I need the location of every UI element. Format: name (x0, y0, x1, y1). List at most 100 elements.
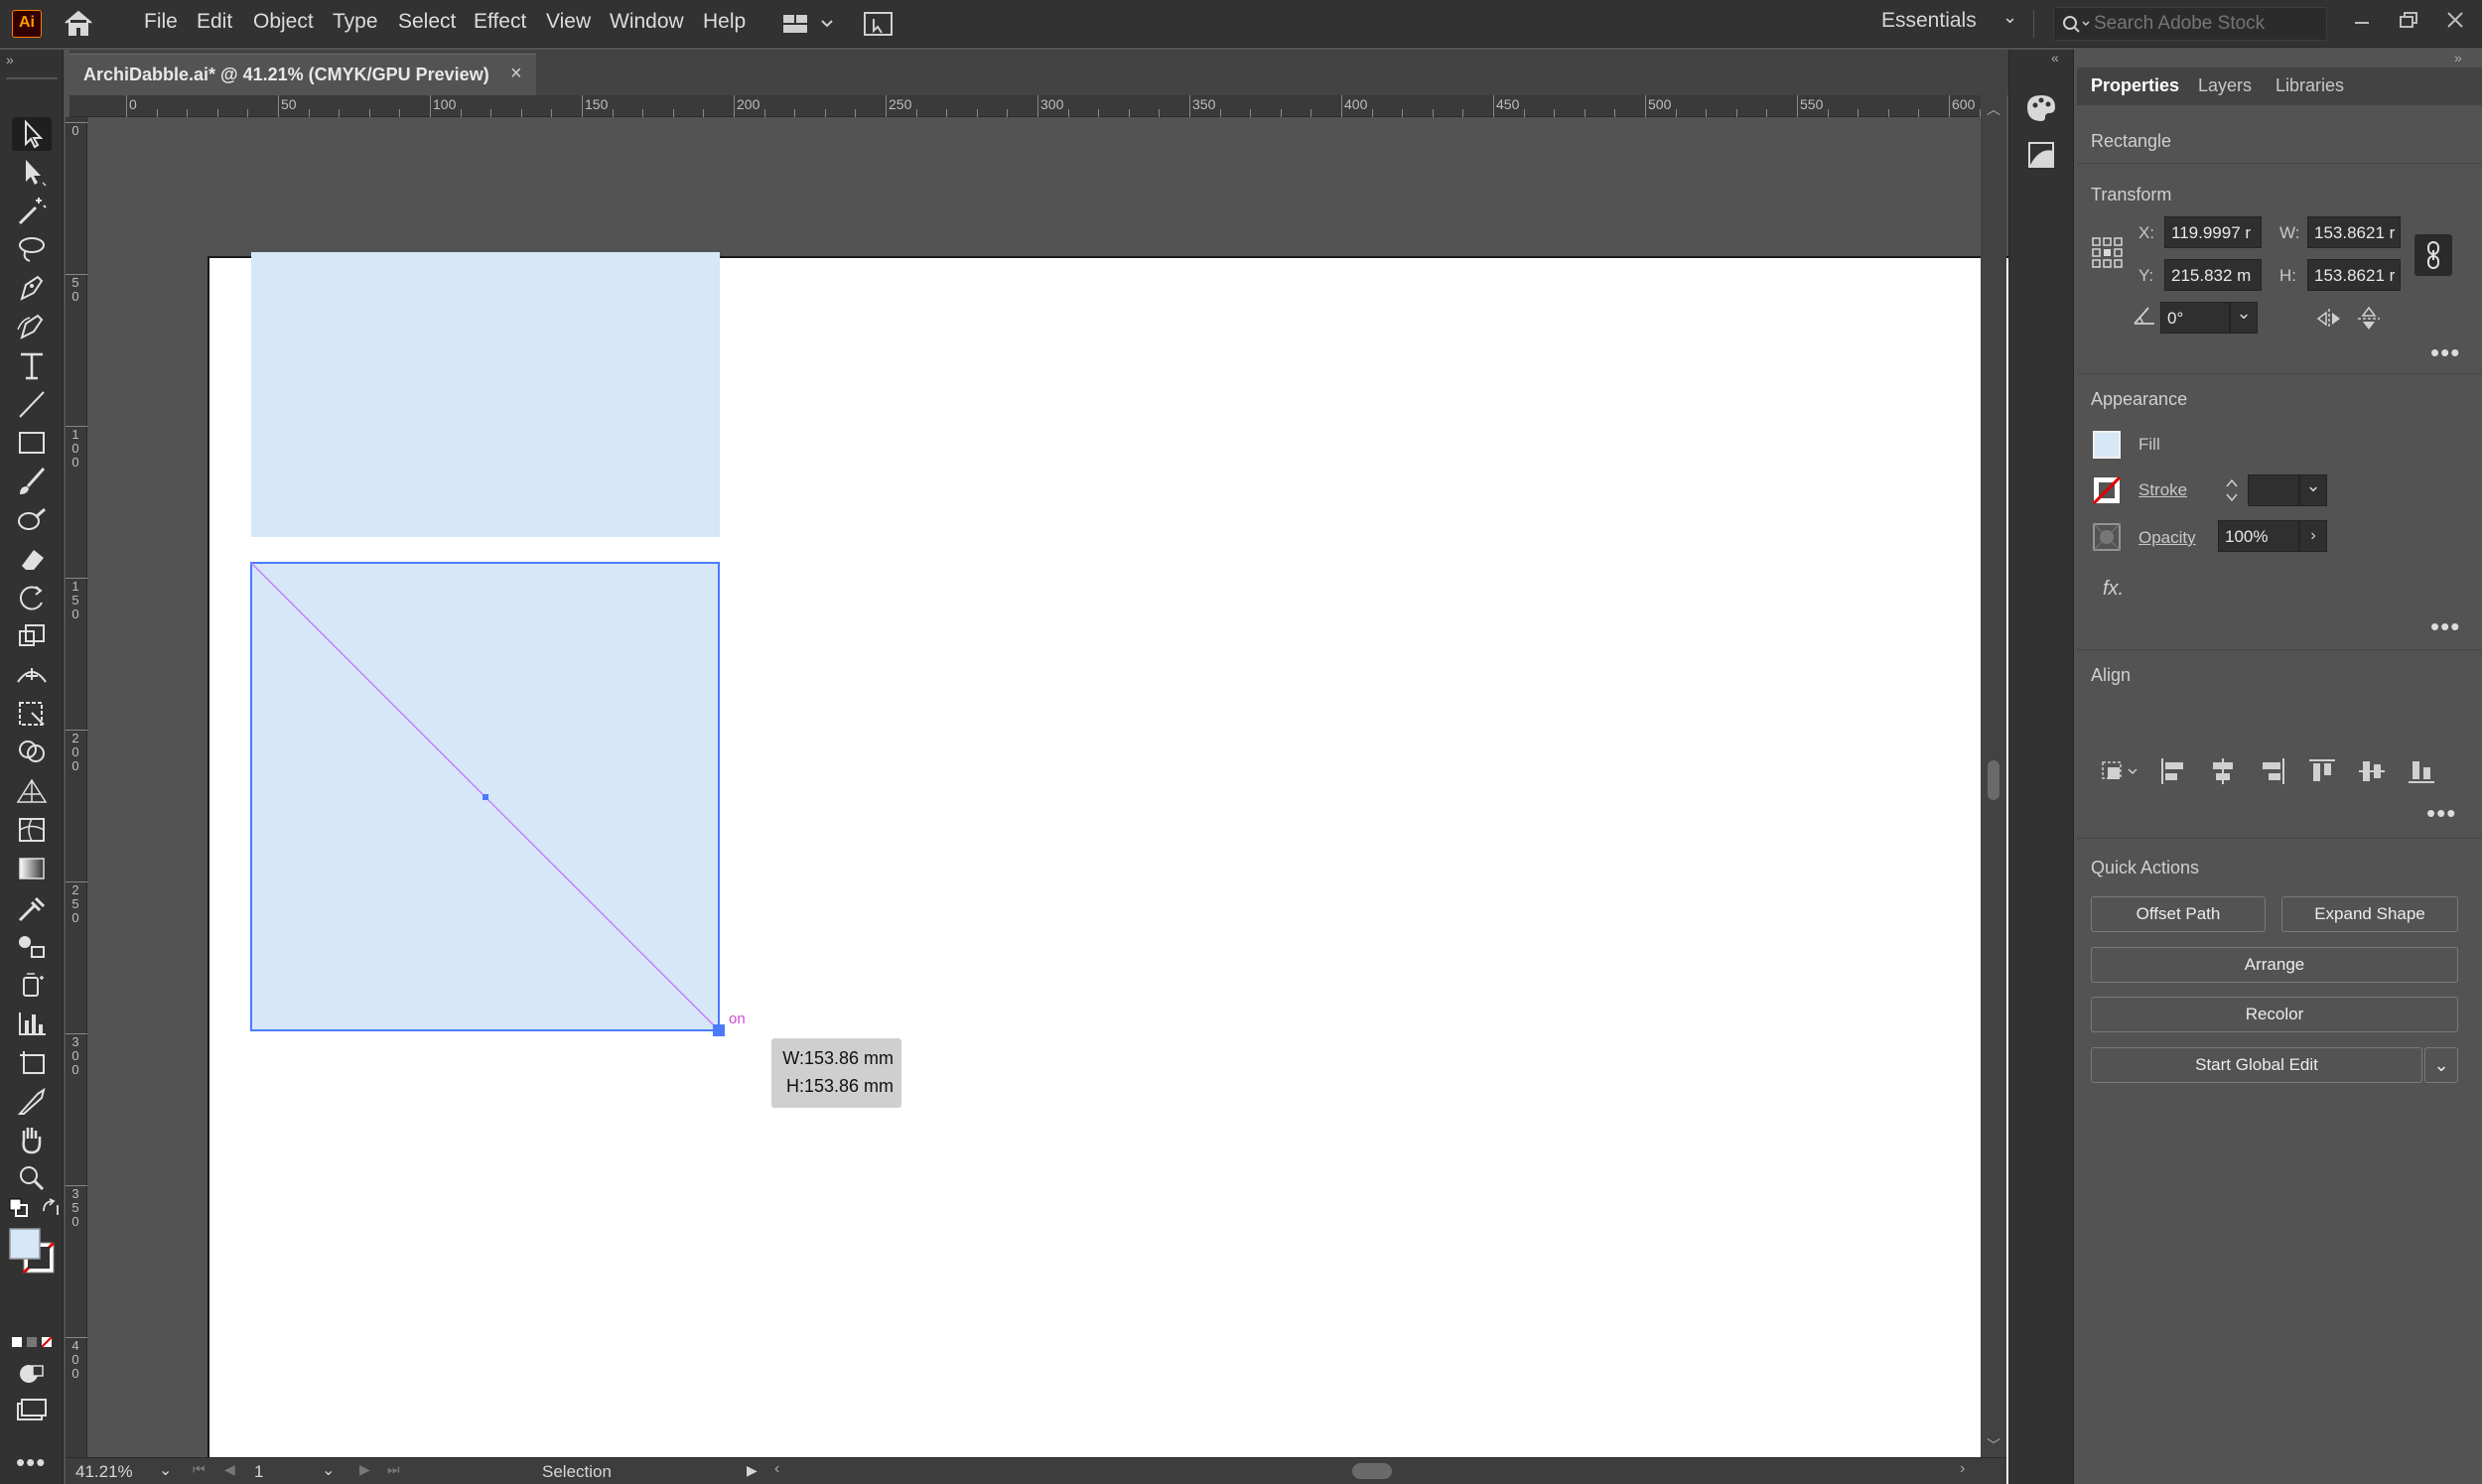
arrange-button[interactable]: Arrange (2091, 947, 2458, 983)
paintbrush-tool-icon[interactable] (12, 465, 52, 498)
next-artboard-icon[interactable]: ▶ (359, 1461, 370, 1478)
column-graph-tool-icon[interactable] (12, 1007, 52, 1040)
tab-libraries[interactable]: Libraries (2275, 75, 2344, 96)
resize-handle[interactable] (713, 1024, 725, 1036)
rotate-tool-icon[interactable] (12, 581, 52, 614)
menu-effect[interactable]: Effect (474, 10, 526, 34)
artboard-number[interactable]: 1 (254, 1462, 263, 1482)
menu-object[interactable]: Object (253, 10, 314, 34)
scroll-down-icon[interactable]: ﹀ (1987, 1435, 2000, 1455)
fill-stroke-swatch[interactable] (8, 1227, 58, 1277)
image-trace-icon[interactable] (2023, 137, 2059, 173)
expand-shape-button[interactable]: Expand Shape (2281, 896, 2458, 932)
search-input[interactable] (2094, 12, 2322, 36)
opacity-chevron-right-icon[interactable]: › (2299, 520, 2327, 552)
swap-fill-stroke-icon[interactable] (40, 1197, 62, 1219)
menu-file[interactable]: File (144, 10, 178, 34)
hand-tool-icon[interactable] (12, 1123, 52, 1156)
zoom-tool-icon[interactable] (12, 1161, 52, 1195)
collapse-icon[interactable]: » (6, 52, 14, 67)
document-tab[interactable]: ArchiDabble.ai* @ 41.21% (CMYK/GPU Previ… (69, 54, 536, 95)
stroke-label[interactable]: Stroke (2138, 480, 2187, 500)
last-artboard-icon[interactable]: ⏭ (387, 1461, 400, 1478)
home-icon[interactable] (62, 8, 95, 38)
align-more-icon[interactable]: ••• (2426, 798, 2456, 829)
line-segment-tool-icon[interactable] (12, 387, 52, 421)
minimize-icon[interactable] (2345, 4, 2381, 40)
direct-selection-tool-icon[interactable] (12, 155, 52, 189)
type-tool-icon[interactable] (12, 348, 52, 382)
prev-artboard-icon[interactable]: ◀ (224, 1461, 235, 1478)
zoom-chevron-down-icon[interactable]: ⌄ (159, 1460, 172, 1480)
vertical-scrollbar[interactable]: ︿ ﹀ (1981, 95, 2006, 1457)
curvature-tool-icon[interactable] (12, 310, 52, 343)
transform-more-icon[interactable]: ••• (2430, 337, 2460, 368)
symbol-sprayer-tool-icon[interactable] (12, 968, 52, 1002)
align-right-icon[interactable] (2256, 754, 2289, 788)
color-palette-icon[interactable] (2023, 89, 2059, 125)
align-bottom-icon[interactable] (2405, 754, 2438, 788)
mesh-tool-icon[interactable] (12, 813, 52, 847)
close-tab-icon[interactable]: × (510, 63, 522, 85)
edit-toolbar-more-icon[interactable]: ••• (16, 1447, 46, 1478)
arrange-documents-icon[interactable] (779, 10, 839, 38)
shaper-tool-icon[interactable] (12, 503, 52, 537)
y-field[interactable]: 215.832 m (2164, 259, 2262, 291)
x-field[interactable]: 119.9997 r (2164, 216, 2262, 248)
pen-tool-icon[interactable] (12, 271, 52, 305)
stock-search[interactable] (2053, 7, 2327, 41)
horizontal-scroll-thumb[interactable] (1352, 1463, 1392, 1479)
vertical-ruler[interactable]: 0 50 100 150 200 250 300 350 400 (66, 117, 87, 1457)
global-edit-chevron-down-icon[interactable]: ⌄ (2424, 1047, 2458, 1083)
restore-icon[interactable] (2391, 4, 2426, 40)
top-rectangle[interactable] (251, 252, 720, 537)
status-menu-arrow-icon[interactable]: ▶ (747, 1462, 758, 1479)
publish-icon[interactable] (862, 9, 896, 39)
align-to-selection-icon[interactable] (2099, 754, 2142, 788)
offset-path-button[interactable]: Offset Path (2091, 896, 2266, 932)
stroke-weight-field[interactable] (2248, 474, 2299, 506)
width-field[interactable]: 153.8621 r (2307, 216, 2401, 248)
perspective-grid-tool-icon[interactable] (12, 774, 52, 808)
scroll-up-icon[interactable]: ︿ (1987, 99, 2000, 119)
stroke-weight-stepper-icon[interactable] (2222, 474, 2242, 506)
selection-tool-icon[interactable] (12, 117, 52, 151)
scale-tool-icon[interactable] (12, 619, 52, 653)
scroll-right-icon[interactable]: › (1960, 1460, 1965, 1478)
opacity-label[interactable]: Opacity (2138, 528, 2196, 548)
align-top-icon[interactable] (2305, 754, 2339, 788)
artboard-chevron-down-icon[interactable]: ⌄ (322, 1460, 335, 1480)
draw-mode-icon[interactable] (14, 1360, 50, 1386)
menu-window[interactable]: Window (610, 10, 684, 34)
close-window-icon[interactable] (2438, 4, 2474, 40)
fill-swatch[interactable] (2093, 431, 2121, 459)
align-left-icon[interactable] (2156, 754, 2190, 788)
blend-tool-icon[interactable] (12, 929, 52, 963)
eraser-tool-icon[interactable] (12, 542, 52, 576)
gradient-tool-icon[interactable] (12, 852, 52, 885)
menu-edit[interactable]: Edit (197, 10, 232, 34)
align-horizontal-center-icon[interactable] (2206, 754, 2240, 788)
menu-help[interactable]: Help (703, 10, 746, 34)
slice-tool-icon[interactable] (12, 1084, 52, 1118)
free-transform-tool-icon[interactable] (12, 697, 52, 731)
stroke-weight-chevron-down-icon[interactable]: ⌄ (2299, 474, 2327, 506)
artboard-tool-icon[interactable] (12, 1045, 52, 1079)
shape-builder-tool-icon[interactable] (12, 736, 52, 769)
width-tool-icon[interactable] (12, 658, 52, 692)
vertical-scroll-thumb[interactable] (1988, 760, 1999, 800)
height-field[interactable]: 153.8621 r (2307, 259, 2401, 291)
rectangle-tool-icon[interactable] (12, 426, 52, 460)
tab-properties[interactable]: Properties (2091, 75, 2179, 96)
lasso-tool-icon[interactable] (12, 232, 52, 266)
appearance-more-icon[interactable]: ••• (2430, 611, 2460, 642)
eyedropper-tool-icon[interactable] (12, 890, 52, 924)
align-vertical-center-icon[interactable] (2355, 754, 2389, 788)
workspace-switcher[interactable]: Essentials ⌄ (1881, 7, 2020, 39)
zoom-level[interactable]: 41.21% (75, 1462, 133, 1482)
menu-view[interactable]: View (546, 10, 591, 34)
constrain-proportions-icon[interactable] (2414, 234, 2452, 276)
rotation-field[interactable]: 0° (2160, 302, 2230, 334)
artwork-layer[interactable] (87, 117, 1981, 1457)
stroke-swatch[interactable] (2092, 475, 2122, 505)
